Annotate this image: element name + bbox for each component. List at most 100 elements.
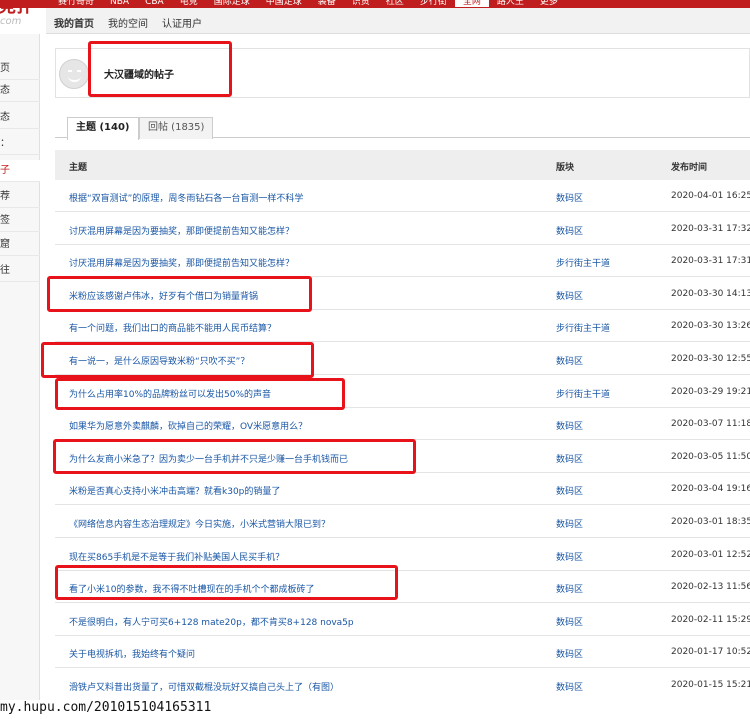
forum-link[interactable]: 数码区	[556, 484, 583, 497]
top-nav-item[interactable]: 更多	[532, 0, 566, 7]
post-time: 2020-01-15 15:21:	[671, 680, 750, 690]
table-row: 滑铁卢又料昔出货量了，可惜双截棍没玩好又搞自己头上了（有图） 数码区 2020-01…	[55, 669, 750, 701]
post-time: 2020-03-31 17:31:	[671, 256, 750, 267]
post-time: 2020-03-01 18:35:	[671, 517, 750, 527]
forum-link[interactable]: 数码区	[556, 452, 583, 465]
top-nav-item[interactable]: 赛竹哥奇	[50, 0, 102, 7]
table-row: 《网络信息内容生态治理规定》今日实施，小米式营销大限已到？ 数码区 2020-03-…	[55, 506, 750, 538]
site-logo[interactable]: 竞扑 com	[0, 0, 46, 34]
post-time: 2020-03-01 12:52:	[671, 549, 750, 560]
topic-link[interactable]: 如果华为愿意外卖麒麟，砍掉自己的荣耀，OV米愿意用么？	[69, 419, 307, 432]
column-header-time: 发布时间	[671, 163, 708, 173]
post-time: 2020-02-13 11:56:	[671, 582, 750, 593]
table-header: 主题 版块 发布时间	[55, 150, 750, 180]
sidebar-item[interactable]: 签	[0, 210, 40, 232]
topic-link[interactable]: 讨厌混用屏幕是因为要抽奖，那即便提前告知又能怎样？	[69, 256, 294, 269]
forum-link[interactable]: 数码区	[556, 680, 583, 693]
topic-link[interactable]: 《网络信息内容生态治理规定》今日实施，小米式营销大限已到？	[69, 517, 330, 530]
top-nav-item[interactable]: CBA	[137, 0, 172, 7]
post-time: 2020-02-11 15:29:	[671, 614, 750, 625]
table-row: 讨厌混用屏幕是因为要抽奖，那即便提前告知又能怎样？ 数码区 2020-03-31 1…	[55, 212, 750, 245]
highlight-box	[55, 378, 345, 410]
avatar[interactable]	[59, 59, 89, 89]
logo-domain: com	[0, 16, 22, 27]
top-nav-item[interactable]: 识货	[344, 0, 378, 7]
tab-bar: 主题 (140) 回帖 (1835)	[55, 114, 750, 140]
nav-my-space[interactable]: 我的空间	[108, 15, 148, 30]
topic-link[interactable]: 根据“双盲测试”的原理，周冬雨钻石各一台盲测一样不科学	[69, 191, 303, 204]
forum-link[interactable]: 数码区	[556, 582, 583, 595]
top-nav-bar: 赛竹哥奇 NBA CBA 电竞 国际足球 中国足球 装备 识货 社区 步行街 全网 路人王 更多	[0, 0, 750, 8]
column-header-forum: 版块	[556, 163, 575, 173]
post-time: 2020-03-30 14:13:	[671, 288, 750, 299]
top-nav-item[interactable]: 电竞	[172, 0, 206, 7]
highlight-box	[55, 565, 398, 600]
secondary-nav: 我的首页 我的空间 认证用户	[46, 8, 750, 34]
table-row: 讨厌混用屏幕是因为要抽奖，那即便提前告知又能怎样？ 步行街主干道 2020-03-3…	[55, 245, 750, 278]
post-time: 2020-03-30 12:55:	[671, 354, 750, 364]
top-nav-item[interactable]: 中国足球	[258, 0, 310, 7]
top-nav-item[interactable]: 步行街	[412, 0, 455, 7]
forum-link[interactable]: 数码区	[556, 224, 583, 237]
top-nav-item[interactable]: NBA	[102, 0, 137, 7]
nav-my-home[interactable]: 我的首页	[54, 15, 94, 30]
post-time: 2020-03-31 17:32:	[671, 223, 750, 234]
topic-link[interactable]: 有一个问题，我们出口的商品能不能用人民币结算？	[69, 321, 276, 334]
highlight-box	[47, 276, 312, 312]
forum-link[interactable]: 步行街主干道	[556, 387, 610, 400]
highlight-box	[41, 342, 314, 378]
post-time: 2020-03-05 11:50:	[671, 451, 750, 462]
highlight-box	[53, 439, 416, 474]
tab-topics[interactable]: 主题 (140)	[67, 117, 139, 140]
post-time: 2020-01-17 10:52:	[671, 647, 750, 658]
post-time: 2020-03-29 19:21:	[671, 386, 750, 397]
highlight-box	[88, 41, 232, 97]
forum-link[interactable]: 数码区	[556, 419, 583, 432]
table-row: 有一个问题，我们出口的商品能不能用人民币结算？ 步行街主干道 2020-03-30 …	[55, 310, 750, 343]
forum-link[interactable]: 数码区	[556, 191, 583, 204]
left-sidebar: 页态态：子荐签窟往	[0, 34, 40, 719]
top-nav: 赛竹哥奇 NBA CBA 电竞 国际足球 中国足球 装备 识货 社区 步行街 全网 路人王 更多	[50, 0, 566, 7]
post-time: 2020-03-07 11:18:	[671, 419, 750, 430]
topic-link[interactable]: 滑铁卢又料昔出货量了，可惜双截棍没玩好又搞自己头上了（有图）	[69, 680, 339, 693]
forum-link[interactable]: 数码区	[556, 550, 583, 563]
table-row: 根据“双盲测试”的原理，周冬雨钻石各一台盲测一样不科学 数码区 2020-04-01…	[55, 180, 750, 212]
sidebar-item[interactable]: 子	[0, 160, 40, 182]
topic-link[interactable]: 米粉是否真心支持小米冲击高端？就看k30p的销量了	[69, 484, 280, 497]
forum-link[interactable]: 数码区	[556, 517, 583, 530]
forum-link[interactable]: 数码区	[556, 615, 583, 628]
table-row: 不是很明白，有人宁可买6+128 mate20p，都不肯买8+128 nova5…	[55, 603, 750, 636]
top-nav-item[interactable]: 全网	[454, 0, 489, 7]
sidebar-item[interactable]: ：	[0, 133, 40, 155]
topic-link[interactable]: 关于电视拆机，我始终有个疑问	[69, 647, 195, 660]
sidebar-item[interactable]: 态	[0, 107, 40, 129]
top-nav-item[interactable]: 装备	[310, 0, 344, 7]
forum-link[interactable]: 数码区	[556, 289, 583, 302]
top-nav-item[interactable]: 国际足球	[206, 0, 258, 7]
topic-link[interactable]: 讨厌混用屏幕是因为要抽奖，那即便提前告知又能怎样？	[69, 224, 294, 237]
top-nav-item[interactable]: 社区	[378, 0, 412, 7]
sidebar-item[interactable]: 往	[0, 260, 40, 282]
topic-link[interactable]: 现在买865手机是不是等于我们补贴美国人民买手机？	[69, 550, 284, 563]
sidebar-item[interactable]: 页	[0, 58, 40, 80]
sidebar-item[interactable]: 荐	[0, 186, 40, 208]
table-row: 米粉是否真心支持小米冲击高端？就看k30p的销量了 数码区 2020-03-04 1…	[55, 473, 750, 506]
tab-replies[interactable]: 回帖 (1835)	[139, 117, 214, 139]
forum-link[interactable]: 数码区	[556, 354, 583, 367]
column-header-topic: 主题	[69, 163, 88, 173]
topic-link[interactable]: 不是很明白，有人宁可买6+128 mate20p，都不肯买8+128 nova5…	[69, 615, 354, 628]
nav-verified-users[interactable]: 认证用户	[162, 15, 202, 30]
forum-link[interactable]: 步行街主干道	[556, 321, 610, 334]
sidebar-item[interactable]: 态	[0, 80, 40, 102]
post-time: 2020-03-30 13:26:	[671, 321, 750, 332]
watermark-url: my.hupu.com/201015104165311	[0, 700, 212, 715]
top-nav-item[interactable]: 路人王	[489, 0, 532, 7]
post-time: 2020-03-04 19:16:	[671, 484, 750, 495]
watermark-bar: my.hupu.com/201015104165311	[0, 700, 750, 719]
table-row: 关于电视拆机，我始终有个疑问 数码区 2020-01-17 10:52:	[55, 636, 750, 669]
forum-link[interactable]: 数码区	[556, 647, 583, 660]
table-row: 如果华为愿意外卖麒麟，砍掉自己的荣耀，OV米愿意用么？ 数码区 2020-03-07…	[55, 408, 750, 441]
forum-link[interactable]: 步行街主干道	[556, 256, 610, 269]
sidebar-item[interactable]: 窟	[0, 234, 40, 256]
post-time: 2020-04-01 16:25:	[671, 191, 750, 201]
